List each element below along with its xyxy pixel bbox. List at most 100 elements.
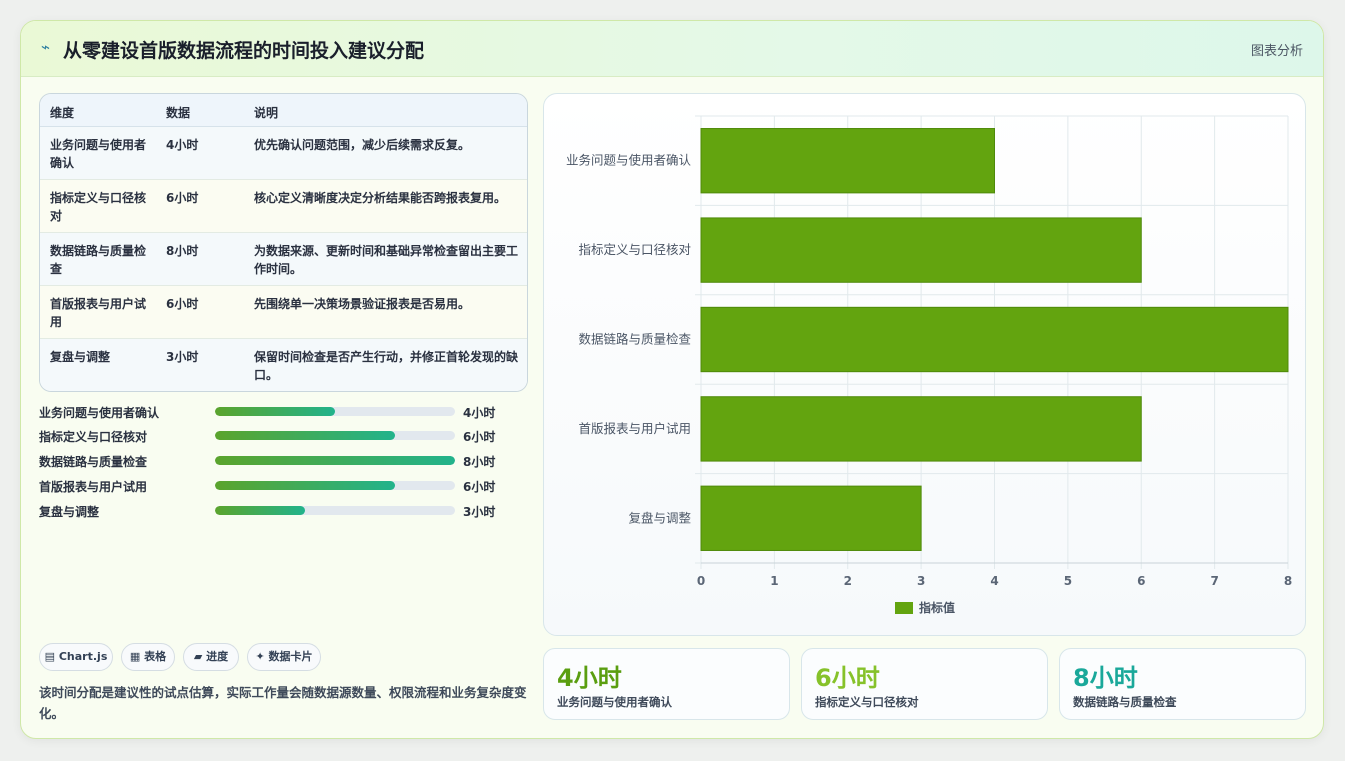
bar-chart: 0 1 2 3 4 5 6 7 8 业务问题与使用者确认指标定义与口径核对数据链路与质量检查首版报… <box>566 115 1292 615</box>
progress-track <box>215 481 455 490</box>
cell-description: 核心定义清晰度决定分析结果能否跨报表复用。 <box>254 191 507 205</box>
cell-value: 8小时 <box>166 244 199 258</box>
spark-icon: ⌁ <box>41 38 51 56</box>
chart-icon: ▤ <box>44 650 56 663</box>
stat-card: 8小时 数据链路与质量检查 <box>1059 648 1306 720</box>
x-tick-label: 2 <box>844 574 852 588</box>
progress-value: 8小时 <box>463 455 496 469</box>
cell-dimension: 复盘与调整 <box>50 350 111 364</box>
progress-value: 6小时 <box>463 430 496 444</box>
progress-value: 3小时 <box>463 505 496 519</box>
chip-table[interactable]: ▦ 表格 <box>121 643 175 671</box>
progress-label: 业务问题与使用者确认 <box>39 406 160 420</box>
cell-dimension: 指标定义与口径核对 <box>50 191 147 223</box>
cell-value: 6小时 <box>166 297 199 311</box>
progress-track <box>215 456 455 465</box>
chip-label: 表格 <box>144 650 167 663</box>
progress-fill <box>215 506 305 515</box>
cell-dimension: 数据链路与质量检查 <box>50 244 147 276</box>
table-row: 首版报表与用户试用 6小时 先围绕单一决策场景验证报表是否易用。 <box>40 286 527 339</box>
table-row: 复盘与调整 3小时 保留时间检查是否产生行动，并修正首轮发现的缺口。 <box>40 339 527 391</box>
x-tick-label: 8 <box>1284 574 1292 588</box>
y-category-label: 数据链路与质量检查 <box>578 332 691 347</box>
main-card: ⌁ 从零建设首版数据流程的时间投入建议分配 图表分析 维度 数据 说明 业务问题… <box>20 20 1324 739</box>
stat-label: 数据链路与质量检查 <box>1073 695 1177 709</box>
x-tick-label: 7 <box>1210 574 1218 588</box>
chip-progress[interactable]: ▰ 进度 <box>183 643 239 671</box>
cell-value: 4小时 <box>166 138 199 152</box>
bar <box>700 396 1142 462</box>
page-title: 从零建设首版数据流程的时间投入建议分配 <box>63 40 425 62</box>
footnote: 该时间分配是建议性的试点估算，实际工作量会随数据源数量、权限流程和业务复杂度变化… <box>39 685 527 721</box>
stat-value: 6小时 <box>815 664 880 692</box>
x-tick-label: 0 <box>697 574 705 588</box>
stat-value: 4小时 <box>557 664 622 692</box>
legend-swatch <box>895 602 913 614</box>
legend-label: 指标值 <box>919 600 955 615</box>
table-row: 数据链路与质量检查 8小时 为数据来源、更新时间和基础异常检查留出主要工作时间。 <box>40 233 527 286</box>
progress-item: 首版报表与用户试用 6小时 <box>39 476 519 494</box>
y-category-label: 首版报表与用户试用 <box>578 421 691 436</box>
progress-fill <box>215 481 395 490</box>
x-tick-label: 5 <box>1064 574 1072 588</box>
column-header-dimension: 维度 <box>50 106 75 120</box>
progress-label: 首版报表与用户试用 <box>39 480 148 494</box>
progress-item: 数据链路与质量检查 8小时 <box>39 451 519 469</box>
x-tick-label: 6 <box>1137 574 1145 588</box>
table-icon: ▦ <box>129 650 141 663</box>
bar <box>700 306 1289 373</box>
progress-item: 业务问题与使用者确认 4小时 <box>39 402 519 420</box>
sparkle-icon: ✦ <box>255 650 265 663</box>
y-category-label: 复盘与调整 <box>628 510 691 525</box>
table-row: 业务问题与使用者确认 4小时 优先确认问题范围，减少后续需求反复。 <box>40 127 527 180</box>
chip-label: 数据卡片 <box>268 650 313 663</box>
progress-value: 6小时 <box>463 480 496 494</box>
x-tick-label: 1 <box>770 574 778 588</box>
x-tick-label: 4 <box>990 574 998 588</box>
progress-track <box>215 431 455 440</box>
progress-track <box>215 407 455 416</box>
bar <box>700 128 995 194</box>
bar <box>700 485 922 551</box>
stat-card: 6小时 指标定义与口径核对 <box>801 648 1048 720</box>
progress-item: 复盘与调整 3小时 <box>39 501 519 519</box>
page-header: ⌁ 从零建设首版数据流程的时间投入建议分配 图表分析 <box>21 21 1323 77</box>
cell-description: 为数据来源、更新时间和基础异常检查留出主要工作时间。 <box>254 244 519 276</box>
progress-icon: ▰ <box>193 650 203 663</box>
cell-description: 保留时间检查是否产生行动，并修正首轮发现的缺口。 <box>254 350 519 382</box>
data-table: 维度 数据 说明 业务问题与使用者确认 4小时 优先确认问题范围，减少后续需求反… <box>39 93 528 392</box>
progress-fill <box>215 431 395 440</box>
stat-card: 4小时 业务问题与使用者确认 <box>543 648 790 720</box>
column-header-data: 数据 <box>166 106 191 120</box>
cell-description: 优先确认问题范围，减少后续需求反复。 <box>254 138 471 152</box>
stat-label: 指标定义与口径核对 <box>815 695 919 709</box>
progress-fill <box>215 456 455 465</box>
chip-chartjs[interactable]: ▤ Chart.js <box>39 643 113 671</box>
chip-label: Chart.js <box>58 650 108 663</box>
chart-analysis-tag: 图表分析 <box>1250 44 1303 59</box>
progress-label: 数据链路与质量检查 <box>39 455 148 469</box>
cell-value: 3小时 <box>166 350 199 364</box>
stat-value: 8小时 <box>1073 664 1138 692</box>
bar-chart-panel: 0 1 2 3 4 5 6 7 8 业务问题与使用者确认指标定义与口径核对 数据链路与质量检查 首版报… <box>543 93 1306 636</box>
chip-data-card[interactable]: ✦ 数据卡片 <box>247 643 321 671</box>
cell-dimension: 业务问题与使用者确认 <box>50 138 147 170</box>
x-tick-label: 3 <box>917 574 925 588</box>
stat-label: 业务问题与使用者确认 <box>557 695 672 709</box>
cell-value: 6小时 <box>166 191 199 205</box>
y-category-label: 业务问题与使用者确认 <box>566 153 692 168</box>
cell-description: 先围绕单一决策场景验证报表是否易用。 <box>254 297 471 311</box>
y-category-label: 指标定义与口径核对 <box>578 242 691 257</box>
column-header-description: 说明 <box>254 106 279 120</box>
chip-label: 进度 <box>206 650 229 663</box>
progress-track <box>215 506 455 515</box>
bar <box>700 217 1142 283</box>
cell-dimension: 首版报表与用户试用 <box>50 297 147 329</box>
progress-label: 复盘与调整 <box>39 505 100 519</box>
table-row: 指标定义与口径核对 6小时 核心定义清晰度决定分析结果能否跨报表复用。 <box>40 180 527 233</box>
progress-label: 指标定义与口径核对 <box>39 430 148 444</box>
progress-item: 指标定义与口径核对 6小时 <box>39 426 519 444</box>
table-body: 业务问题与使用者确认 4小时 优先确认问题范围，减少后续需求反复。 指标定义与口… <box>40 127 527 391</box>
table-header: 维度 数据 说明 <box>40 94 527 127</box>
progress-value: 4小时 <box>463 406 496 420</box>
